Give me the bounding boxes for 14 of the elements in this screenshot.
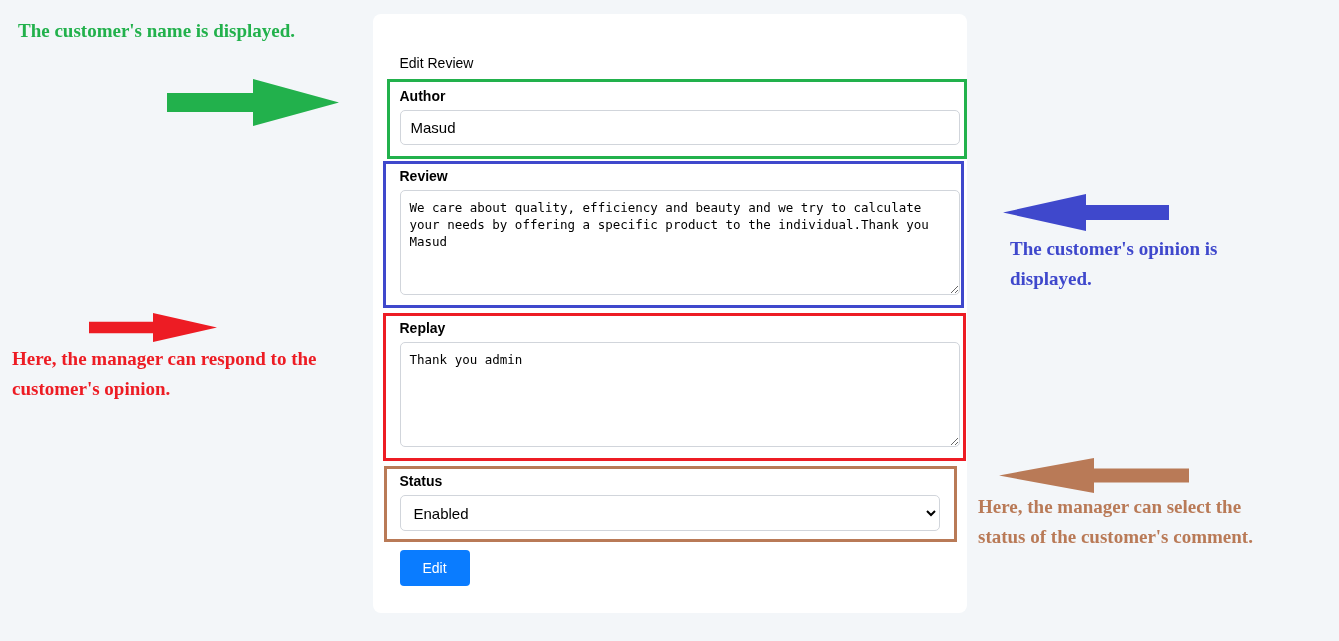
annotation-text: The customer's name is displayed. [18, 19, 297, 43]
field-label: Author [399, 87, 447, 105]
annotation-text: Here, the manager can select the status of the customer's comment. [978, 495, 1254, 549]
text-area[interactable]: We care about quality, efficiency and beauty and we try to calculate your needs by offering a specific product to the individual.Thank you Masud [399, 190, 960, 295]
annotation-text: The customer's opinion is displayed. [1010, 237, 1219, 291]
text-area[interactable]: Thank you admin [399, 342, 960, 447]
edit-button[interactable]: Edit [399, 550, 470, 586]
annotation-text: Here, the manager can respond to the customer's opinion. [12, 347, 318, 401]
field-label: Status [399, 472, 444, 490]
author-field[interactable]: Masud [399, 110, 960, 145]
field-label: Replay [399, 319, 447, 337]
field-label: Review [399, 167, 449, 185]
form-title: Edit Review [399, 55, 475, 71]
status-select[interactable]: Enabled [399, 495, 940, 531]
